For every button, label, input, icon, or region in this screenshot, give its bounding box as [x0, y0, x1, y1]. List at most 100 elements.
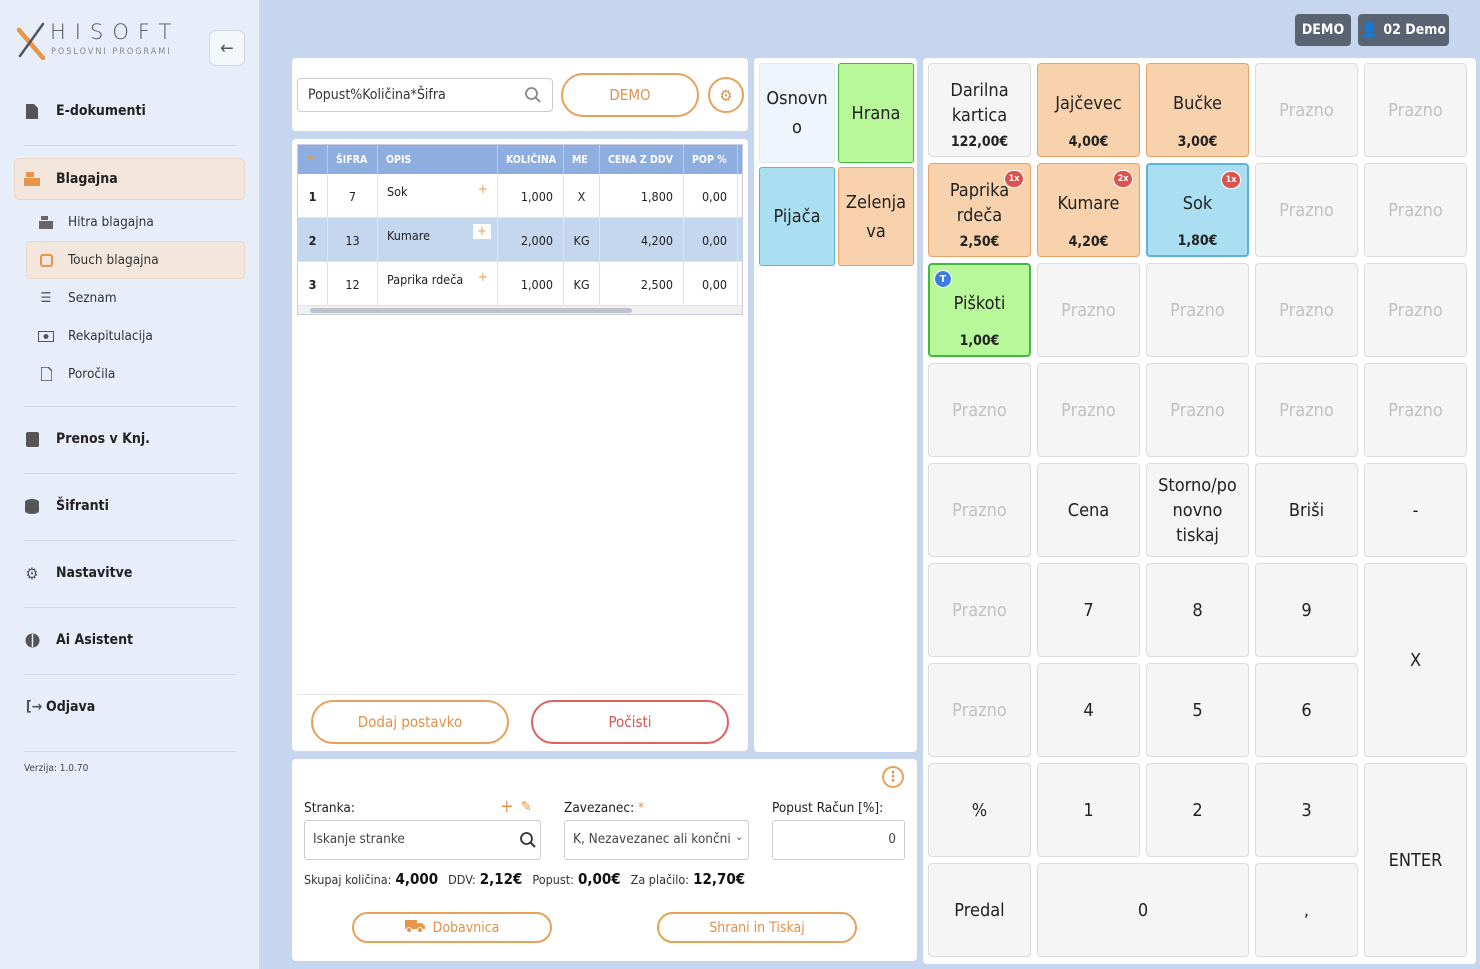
- product-key[interactable]: Darilna kartica 122,00€: [928, 63, 1031, 157]
- product-key[interactable]: Sok 1,80€ 1x: [1146, 163, 1249, 257]
- delivery-note-button[interactable]: Dobavnica: [352, 912, 552, 943]
- settings-button[interactable]: ⚙: [708, 77, 744, 113]
- delete-key[interactable]: Briši: [1255, 463, 1358, 557]
- collapse-sidebar-button[interactable]: ←: [209, 30, 245, 66]
- customer-search-input[interactable]: Iskanje stranke: [304, 820, 541, 860]
- customer-label: Stranka:: [304, 800, 355, 816]
- digit-6-key[interactable]: 6: [1255, 663, 1358, 757]
- add-note-icon[interactable]: +: [478, 182, 488, 197]
- digit-7-key[interactable]: 7: [1037, 563, 1140, 657]
- product-key[interactable]: Bučke 3,00€: [1146, 63, 1249, 157]
- nav-prenos[interactable]: Prenos v Knj.: [24, 428, 150, 450]
- nav-touch-blagajna[interactable]: Touch blagajna: [38, 249, 159, 271]
- product-key[interactable]: Kumare 4,20€ 2x: [1037, 163, 1140, 257]
- category-osnovno[interactable]: Osnovn o: [759, 63, 835, 163]
- minus-key[interactable]: -: [1364, 463, 1467, 557]
- nav-nastavitve[interactable]: ⚙ Nastavitve: [24, 562, 133, 584]
- empty-key[interactable]: Prazno: [928, 663, 1031, 757]
- col-discount[interactable]: POP %: [684, 145, 738, 174]
- key-label: 7: [1083, 599, 1094, 621]
- add-note-icon[interactable]: +: [473, 224, 491, 239]
- empty-key[interactable]: Prazno: [928, 563, 1031, 657]
- empty-key[interactable]: Prazno: [1255, 263, 1358, 357]
- col-code[interactable]: ŠIFRA: [328, 145, 378, 174]
- empty-key[interactable]: Prazno: [1037, 363, 1140, 457]
- scrollbar-thumb[interactable]: [310, 308, 632, 313]
- add-customer-icon[interactable]: +: [500, 797, 514, 817]
- nav-odjava[interactable]: [→ Odjava: [26, 696, 95, 718]
- total-qty: 4,000: [395, 870, 439, 888]
- taxpayer-select[interactable]: K, Nezavezanec ali končni: [564, 820, 749, 860]
- comma-key[interactable]: ,: [1255, 863, 1358, 957]
- clear-button[interactable]: Počisti: [531, 700, 729, 744]
- entry-input[interactable]: Popust%Količina*Šifra: [297, 78, 553, 112]
- empty-key[interactable]: Prazno: [1037, 263, 1140, 357]
- empty-key[interactable]: Prazno: [1255, 163, 1358, 257]
- empty-label: Prazno: [1388, 299, 1443, 321]
- key-label: Predal: [954, 899, 1005, 921]
- col-price[interactable]: CENA Z DDV: [600, 145, 684, 174]
- environment-badge[interactable]: DEMO: [1295, 14, 1351, 46]
- key-label: 3: [1301, 799, 1312, 821]
- empty-key[interactable]: Prazno: [1364, 63, 1467, 157]
- multiply-key[interactable]: X: [1364, 563, 1467, 757]
- gear-icon: ⚙: [25, 563, 39, 583]
- empty-key[interactable]: Prazno: [1146, 363, 1249, 457]
- nav-hitra-blagajna[interactable]: Hitra blagajna: [38, 211, 154, 233]
- digit-1-key[interactable]: 1: [1037, 763, 1140, 857]
- empty-key[interactable]: Prazno: [1255, 63, 1358, 157]
- enter-key[interactable]: ENTER: [1364, 763, 1467, 957]
- nav-porocila[interactable]: Poročila: [38, 363, 115, 385]
- digit-3-key[interactable]: 3: [1255, 763, 1358, 857]
- percent-key[interactable]: %: [928, 763, 1031, 857]
- save-and-print-button[interactable]: Shrani in Tiskaj: [657, 912, 857, 943]
- table-row[interactable]: 3 12 Paprika rdeča 1,000 KG 2,500 0,00 +: [298, 262, 742, 306]
- product-name: Piškoti: [953, 292, 1006, 314]
- product-key[interactable]: Jajčevec 4,00€: [1037, 63, 1140, 157]
- digit-5-key[interactable]: 5: [1146, 663, 1249, 757]
- empty-label: Prazno: [952, 399, 1007, 421]
- empty-key[interactable]: Prazno: [928, 363, 1031, 457]
- digit-4-key[interactable]: 4: [1037, 663, 1140, 757]
- edit-customer-icon[interactable]: ✎: [521, 799, 532, 815]
- table-row[interactable]: 1 7 Sok 1,000 X 1,800 0,00 +: [298, 174, 742, 218]
- empty-key[interactable]: Prazno: [928, 463, 1031, 557]
- empty-label: Prazno: [1279, 199, 1334, 221]
- digit-9-key[interactable]: 9: [1255, 563, 1358, 657]
- user-menu-button[interactable]: 👤 02 Demo: [1358, 14, 1449, 46]
- cash-drawer-key[interactable]: Predal: [928, 863, 1031, 957]
- col-desc[interactable]: OPIS: [378, 145, 498, 174]
- category-pijača[interactable]: Pijača: [759, 167, 835, 266]
- empty-key[interactable]: Prazno: [1364, 363, 1467, 457]
- col-unit[interactable]: ME: [564, 145, 600, 174]
- demo-button[interactable]: DEMO: [561, 73, 699, 117]
- nav-seznam[interactable]: ☰ Seznam: [38, 287, 117, 309]
- category-hrana[interactable]: Hrana: [838, 63, 914, 163]
- digit-8-key[interactable]: 8: [1146, 563, 1249, 657]
- nav-ai-asistent[interactable]: Ai Asistent: [24, 629, 133, 651]
- product-key[interactable]: Piškoti 1,00€ T: [928, 263, 1031, 357]
- user-icon: 👤: [1360, 22, 1379, 38]
- nav-e-dokumenti[interactable]: E-dokumenti: [24, 100, 146, 122]
- product-price: 2,50€: [959, 234, 1000, 250]
- discount-input[interactable]: 0: [772, 820, 905, 860]
- price-key[interactable]: Cena: [1037, 463, 1140, 557]
- more-options-button[interactable]: ⋮: [882, 766, 904, 788]
- storno-reprint-key[interactable]: Storno/po novno tiskaj: [1146, 463, 1249, 557]
- table-row[interactable]: 2 13 Kumare 2,000 KG 4,200 0,00 +: [298, 218, 742, 262]
- empty-key[interactable]: Prazno: [1364, 263, 1467, 357]
- nav-blagajna[interactable]: Blagajna: [24, 168, 118, 190]
- empty-key[interactable]: Prazno: [1364, 163, 1467, 257]
- nav-rekapitulacija[interactable]: Rekapitulacija: [38, 325, 153, 347]
- empty-key[interactable]: Prazno: [1146, 263, 1249, 357]
- add-item-button[interactable]: Dodaj postavko: [311, 700, 509, 744]
- nav-sifranti[interactable]: Šifranti: [24, 495, 109, 517]
- nav-label: E-dokumenti: [56, 103, 146, 119]
- col-qty[interactable]: KOLIČINA: [498, 145, 564, 174]
- product-key[interactable]: Paprika rdeča 2,50€ 1x: [928, 163, 1031, 257]
- empty-key[interactable]: Prazno: [1255, 363, 1358, 457]
- category-zelenjava[interactable]: Zelenja va: [838, 167, 914, 266]
- digit-0-key[interactable]: 0: [1037, 863, 1249, 957]
- add-note-icon[interactable]: +: [478, 270, 488, 285]
- digit-2-key[interactable]: 2: [1146, 763, 1249, 857]
